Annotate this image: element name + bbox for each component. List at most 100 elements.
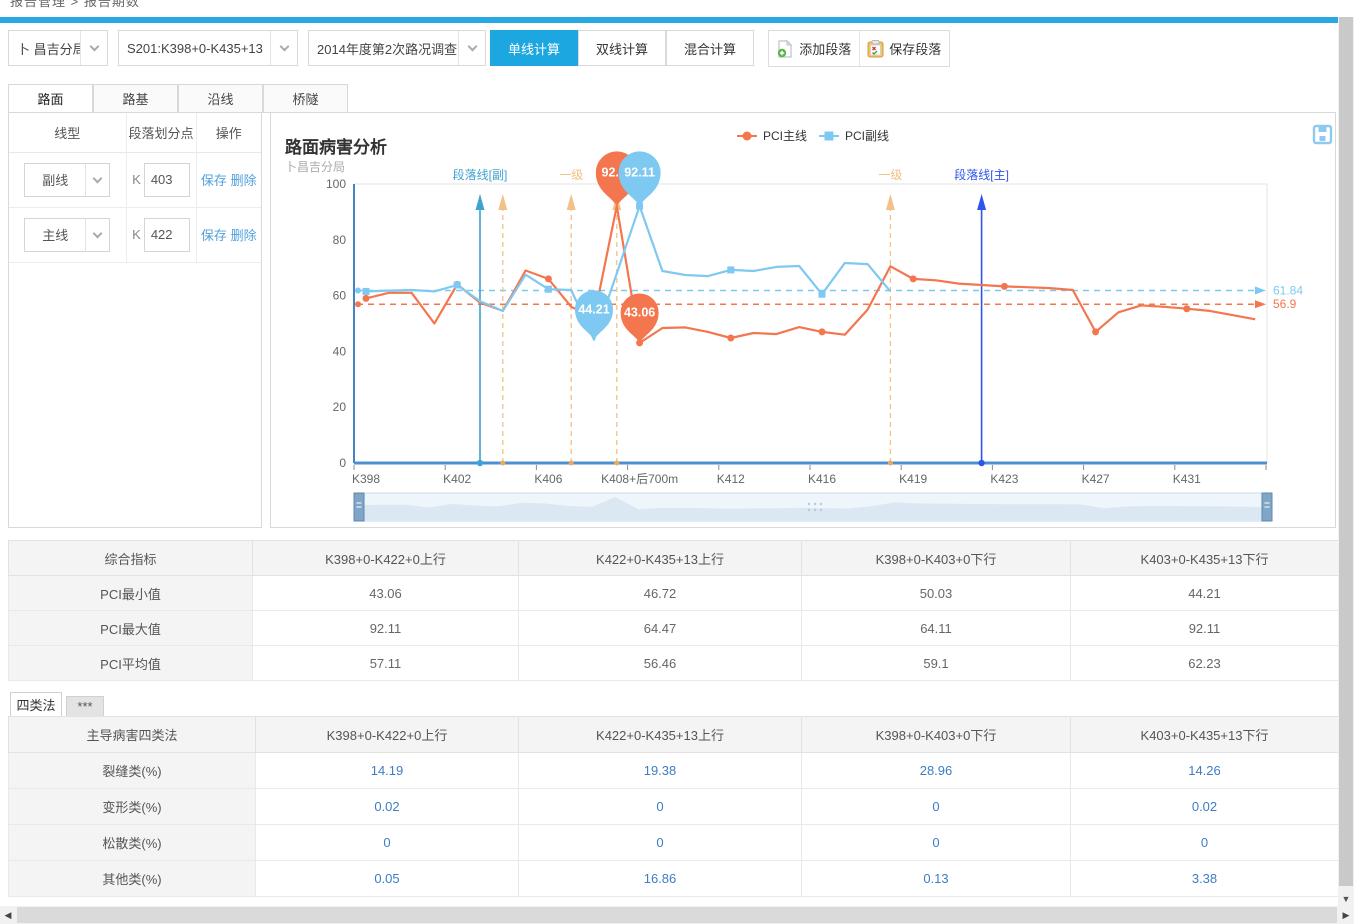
row-label: PCI最小值 bbox=[9, 576, 253, 611]
chevron-down-icon[interactable] bbox=[458, 31, 485, 65]
row-label: 裂缝类(%) bbox=[9, 753, 256, 789]
app-window: 报告管理 > 报告期数 卜 昌吉分局 S201:K398+0-K435+13 2… bbox=[0, 0, 1354, 924]
column-header: K403+0-K435+13下行 bbox=[1071, 541, 1339, 576]
survey-select[interactable]: 2014年度第2次路况调查 bbox=[308, 30, 486, 66]
table-cell: 16.86 bbox=[519, 861, 802, 897]
segment-col-linetype: 线型 bbox=[9, 113, 126, 152]
table-cell: 0 bbox=[519, 825, 802, 861]
column-header: K398+0-K422+0上行 bbox=[256, 717, 519, 753]
svg-text:56.9: 56.9 bbox=[1273, 297, 1297, 311]
table-cell: 64.11 bbox=[802, 611, 1071, 646]
svg-text:段落线[主]: 段落线[主] bbox=[954, 167, 1009, 182]
svg-text:K412: K412 bbox=[717, 472, 745, 486]
km-prefix: K bbox=[132, 172, 141, 187]
four-class-table: 主导病害四类法K398+0-K422+0上行K422+0-K435+13上行K3… bbox=[8, 716, 1339, 897]
line-type-select[interactable]: 副线 bbox=[24, 163, 110, 197]
row-label: 其他类(%) bbox=[9, 861, 256, 897]
line-type-select[interactable]: 主线 bbox=[24, 218, 110, 252]
segment-row: 副线 K 保存 删除 bbox=[9, 152, 261, 207]
split-point-input[interactable] bbox=[144, 218, 190, 252]
svg-text:K408+后700m: K408+后700m bbox=[601, 472, 678, 486]
table-cell: 3.38 bbox=[1071, 861, 1339, 897]
segment-action-group: 添加段落 保存段落 bbox=[768, 30, 950, 67]
svg-text:92.11: 92.11 bbox=[624, 165, 655, 179]
tab-other-method[interactable]: *** bbox=[66, 696, 104, 717]
datazoom-handle[interactable] bbox=[1262, 493, 1272, 521]
table-cell: 92.11 bbox=[253, 611, 519, 646]
segment-col-splitpoint: 段落划分点 bbox=[126, 113, 196, 152]
horizontal-scrollbar-thumb[interactable] bbox=[17, 907, 1337, 923]
km-prefix: K bbox=[132, 227, 141, 242]
table-cell: 28.96 bbox=[802, 753, 1071, 789]
save-link[interactable]: 保存 bbox=[201, 228, 227, 243]
route-select[interactable]: S201:K398+0-K435+13 bbox=[118, 30, 298, 66]
column-header: K398+0-K403+0下行 bbox=[802, 541, 1071, 576]
table-row: PCI最小值43.0646.7250.0344.21 bbox=[9, 576, 1339, 611]
table-row: 裂缝类(%)14.1919.3828.9614.26 bbox=[9, 753, 1339, 789]
datazoom-handle[interactable] bbox=[354, 493, 364, 521]
breadcrumb: 报告管理 > 报告期数 bbox=[0, 0, 1338, 10]
delete-link[interactable]: 删除 bbox=[231, 228, 257, 243]
main-tab[interactable]: 路面 bbox=[8, 84, 93, 113]
svg-text:20: 20 bbox=[333, 400, 347, 414]
svg-text:K423: K423 bbox=[990, 472, 1018, 486]
svg-text:100: 100 bbox=[326, 177, 346, 191]
double-line-calc-button[interactable]: 双线计算 bbox=[578, 30, 666, 66]
column-header: K398+0-K422+0上行 bbox=[253, 541, 519, 576]
svg-text:K402: K402 bbox=[443, 472, 471, 486]
single-line-calc-button[interactable]: 单线计算 bbox=[490, 30, 578, 66]
horizontal-scrollbar[interactable]: ◀ ▶ bbox=[0, 906, 1354, 924]
add-segment-button[interactable]: 添加段落 bbox=[769, 31, 859, 66]
table-cell: 64.47 bbox=[519, 611, 802, 646]
table-cell: 43.06 bbox=[253, 576, 519, 611]
table-row: PCI平均值57.1156.4659.162.23 bbox=[9, 646, 1339, 681]
segment-panel: 线型 段落划分点 操作 副线K保存 删除主线K保存 删除 bbox=[8, 112, 262, 528]
add-document-icon bbox=[776, 40, 794, 58]
scroll-right-icon[interactable]: ▶ bbox=[1338, 910, 1354, 921]
column-header: K422+0-K435+13上行 bbox=[519, 541, 802, 576]
table-row: 其他类(%)0.0516.860.133.38 bbox=[9, 861, 1339, 897]
save-segment-button[interactable]: 保存段落 bbox=[859, 31, 950, 66]
org-select[interactable]: 卜 昌吉分局 bbox=[8, 30, 108, 66]
svg-text:0: 0 bbox=[339, 456, 346, 470]
svg-text:K416: K416 bbox=[808, 472, 836, 486]
table-cell: 19.38 bbox=[519, 753, 802, 789]
svg-text:段落线[副]: 段落线[副] bbox=[453, 167, 508, 182]
mixed-calc-button[interactable]: 混合计算 bbox=[666, 30, 754, 66]
save-link[interactable]: 保存 bbox=[201, 173, 227, 188]
scroll-left-icon[interactable]: ◀ bbox=[0, 910, 16, 921]
table-cell: 0 bbox=[802, 825, 1071, 861]
column-header: 综合指标 bbox=[9, 541, 253, 576]
table-cell: 59.1 bbox=[802, 646, 1071, 681]
delete-link[interactable]: 删除 bbox=[231, 173, 257, 188]
svg-text:80: 80 bbox=[333, 233, 347, 247]
table-cell: 0.13 bbox=[802, 861, 1071, 897]
vertical-scrollbar[interactable]: ▼ bbox=[1338, 17, 1354, 906]
main-tab[interactable]: 沿线 bbox=[178, 84, 263, 113]
row-label: 变形类(%) bbox=[9, 789, 256, 825]
table-row: 变形类(%)0.02000.02 bbox=[9, 789, 1339, 825]
row-label: PCI最大值 bbox=[9, 611, 253, 646]
column-header: K422+0-K435+13上行 bbox=[519, 717, 802, 753]
scroll-down-icon[interactable]: ▼ bbox=[1338, 894, 1354, 904]
tab-four-class-method[interactable]: 四类法 bbox=[10, 692, 62, 717]
main-tab[interactable]: 桥隧 bbox=[263, 84, 348, 113]
main-tab[interactable]: 路基 bbox=[93, 84, 178, 113]
chevron-down-icon[interactable] bbox=[85, 219, 109, 251]
save-as-image-icon[interactable] bbox=[1314, 126, 1331, 143]
split-point-input[interactable] bbox=[144, 163, 190, 197]
table-cell: 50.03 bbox=[802, 576, 1071, 611]
table-cell: 57.11 bbox=[253, 646, 519, 681]
pci-chart-panel: 020406080100K398K402K406K408+后700mK412K4… bbox=[270, 112, 1336, 528]
chevron-down-icon[interactable] bbox=[85, 164, 109, 196]
table-cell: 46.72 bbox=[519, 576, 802, 611]
segment-row: 主线 K 保存 删除 bbox=[9, 207, 261, 262]
chevron-down-icon[interactable] bbox=[270, 31, 297, 65]
chevron-down-icon[interactable] bbox=[80, 31, 107, 65]
table-cell: 0 bbox=[1071, 825, 1339, 861]
table-cell: 44.21 bbox=[1071, 576, 1339, 611]
table-cell: 56.46 bbox=[519, 646, 802, 681]
vertical-scrollbar-thumb[interactable] bbox=[1339, 17, 1353, 886]
svg-text:PCI主线: PCI主线 bbox=[763, 129, 807, 143]
row-label: 松散类(%) bbox=[9, 825, 256, 861]
